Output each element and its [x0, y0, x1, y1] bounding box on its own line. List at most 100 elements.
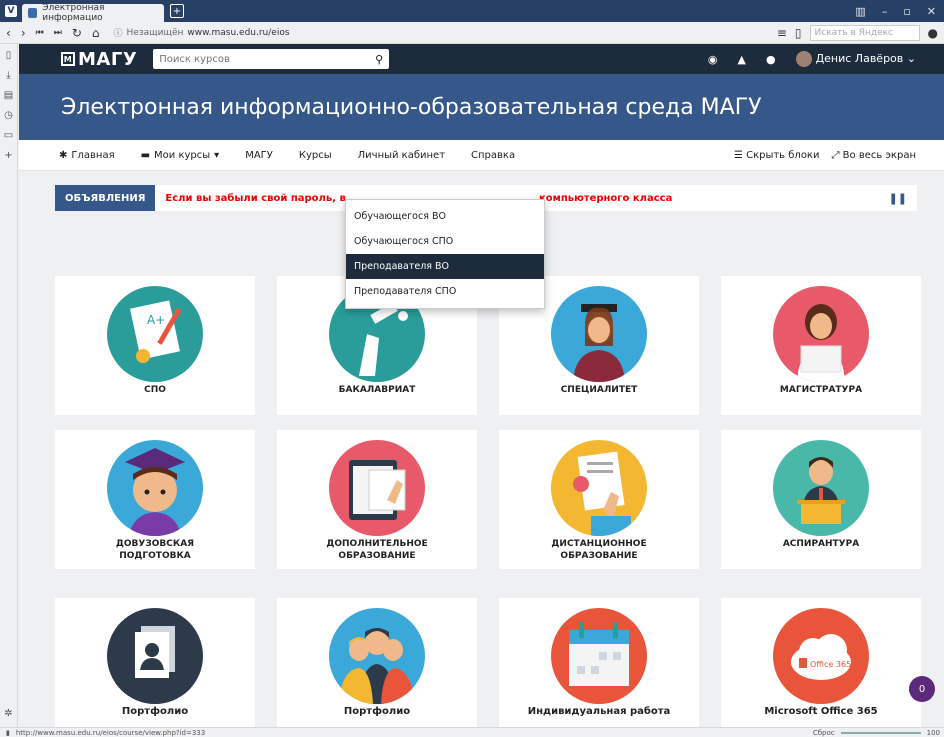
card-postgraduate[interactable]: АСПИРАНТУРА: [721, 430, 921, 569]
cabinet-dropdown: Обучающегося ВО Обучающегося СПО Препода…: [345, 199, 545, 309]
hide-blocks-button[interactable]: ☰ Скрыть блоки: [734, 150, 820, 161]
add-panel-icon[interactable]: +: [4, 150, 12, 161]
caret-down-icon: ▾: [214, 149, 220, 161]
downloads-panel-icon[interactable]: ⤓: [6, 70, 10, 81]
fullscreen-button[interactable]: ⤢ Во весь экран: [831, 150, 916, 161]
settings-gear-icon[interactable]: ✲: [4, 708, 12, 719]
menu-my-courses-label: Мои курсы: [154, 149, 211, 161]
bell-icon[interactable]: ▲: [737, 53, 745, 66]
reset-label[interactable]: Сброс: [813, 729, 835, 737]
bookmark-icon[interactable]: ▯: [795, 26, 802, 40]
menu-help[interactable]: Справка: [471, 150, 515, 161]
yandex-search-field[interactable]: Искать в Яндекс: [809, 24, 920, 41]
profile-icon[interactable]: ●: [928, 26, 938, 40]
forward-icon[interactable]: ›: [21, 26, 26, 40]
announcement-text-tail[interactable]: компьютерного класса: [539, 193, 672, 204]
trash-icon[interactable]: ▥: [855, 5, 865, 18]
card-portfolio-2[interactable]: Портфолио: [277, 598, 477, 727]
site-logo[interactable]: M МАГУ: [61, 49, 137, 70]
dropdown-item-teacher-vo[interactable]: Преподавателя ВО: [346, 254, 544, 279]
online-learning-icon: [551, 440, 647, 536]
people-group-icon: [329, 608, 425, 704]
menu-magu[interactable]: МАГУ: [245, 150, 273, 161]
card-label: Портфолио: [343, 706, 411, 717]
card-additional-education[interactable]: ДОПОЛНИТЕЛЬНОЕ ОБРАЗОВАНИЕ: [277, 430, 477, 569]
reload-icon[interactable]: ↻: [72, 26, 82, 40]
card-label: ДИСТАНЦИОННОЕ ОБРАЗОВАНИЕ: [551, 539, 647, 561]
card-distance-education[interactable]: ДИСТАНЦИОННОЕ ОБРАЗОВАНИЕ: [499, 430, 699, 569]
minimize-button[interactable]: –: [882, 5, 888, 18]
yandex-search-placeholder: Искать в Яндекс: [814, 27, 894, 38]
zoom-value: 100: [926, 728, 940, 737]
last-page-icon[interactable]: ⏭: [54, 28, 62, 38]
browser-side-panel: ▯ ⤓ ▤ ◷ ▭ + ✲: [0, 44, 18, 727]
zoom-slider[interactable]: [840, 731, 921, 734]
dropdown-item-student-vo[interactable]: Обучающегося ВО: [346, 204, 544, 229]
card-label: Индивидуальная работа: [527, 706, 671, 717]
back-icon[interactable]: ‹: [6, 26, 11, 40]
menu-courses-label: Курсы: [298, 149, 332, 161]
dropdown-item-student-spo[interactable]: Обучающегося СПО: [346, 229, 544, 254]
notification-badge[interactable]: 0: [909, 676, 935, 702]
card-individual-work[interactable]: Индивидуальная работа: [499, 598, 699, 727]
menu-cabinet-label: Личный кабинет: [357, 149, 446, 161]
maximize-button[interactable]: ▫: [903, 5, 910, 18]
announcement-label: ОБЪЯВЛЕНИЯ: [55, 185, 156, 211]
courses-icon: ▬: [140, 149, 151, 161]
close-window-button[interactable]: ✕: [927, 5, 936, 18]
expand-icon: ⤢: [831, 149, 840, 161]
calendar-icon: [551, 608, 647, 704]
card-spo[interactable]: A+ СПО: [55, 276, 255, 415]
announcement-text[interactable]: Если вы забыли свой пароль, в: [165, 193, 345, 204]
eye-icon[interactable]: ◉: [708, 53, 718, 66]
first-page-icon[interactable]: ⏮: [36, 28, 44, 38]
url-field[interactable]: ⓘ Незащищён www.masu.edu.ru/eios: [113, 26, 290, 40]
student-boy-icon: [107, 440, 203, 536]
office365-logo-text: Office 365: [810, 660, 851, 669]
menu-magu-label: МАГУ: [245, 149, 273, 161]
page-actions-icon[interactable]: ≡: [777, 26, 787, 40]
menu-courses[interactable]: Курсы: [299, 150, 332, 161]
browser-menu-button[interactable]: V: [0, 0, 22, 22]
bookmarks-panel-icon[interactable]: ▯: [6, 50, 12, 61]
card-label: СПО: [144, 385, 166, 395]
security-label: Незащищён: [126, 27, 184, 38]
lecturer-icon: [773, 440, 869, 536]
home-icon[interactable]: ⌂: [92, 26, 100, 40]
browser-tab[interactable]: Электронная информацио: [22, 3, 164, 23]
pause-icon[interactable]: ❚❚: [889, 192, 907, 205]
messages-icon[interactable]: ●: [766, 53, 776, 66]
card-preuniversity[interactable]: ДОВУЗОВСКАЯ ПОДГОТОВКА: [55, 430, 255, 569]
window-panel-icon[interactable]: ▭: [4, 130, 13, 141]
card-master[interactable]: МАГИСТРАТУРА: [721, 276, 921, 415]
main-menu: ✱ Главная ▬ Мои курсы ▾ МАГУ Курсы Личный к…: [19, 140, 944, 171]
card-label: БАКАЛАВРИАТ: [338, 385, 416, 395]
card-label: ДОПОЛНИТЕЛЬНОЕ ОБРАЗОВАНИЕ: [326, 539, 428, 561]
history-panel-icon[interactable]: ◷: [4, 110, 13, 121]
dropdown-item-teacher-spo[interactable]: Преподавателя СПО: [346, 279, 544, 304]
menu-cabinet[interactable]: Личный кабинет: [358, 150, 445, 161]
laptop-woman-icon: [773, 286, 869, 382]
url-text: www.masu.edu.ru/eios: [187, 27, 290, 38]
tab-title: Электронная информацио: [42, 3, 105, 23]
favicon-icon: [28, 8, 38, 18]
info-icon: ⓘ: [113, 29, 123, 39]
logo-mark-icon: M: [61, 52, 75, 66]
tablet-book-icon: [329, 440, 425, 536]
search-icon[interactable]: ⚲: [375, 53, 383, 66]
panel-toggle-icon[interactable]: ▮: [6, 729, 10, 737]
webpage: M МАГУ ⚲ ◉ ▲ ● Денис Лавёров ⌄ Электронн…: [19, 44, 944, 727]
new-tab-button[interactable]: +: [170, 4, 184, 18]
card-label: ДОВУЗОВСКАЯ ПОДГОТОВКА: [115, 539, 195, 561]
notes-panel-icon[interactable]: ▤: [4, 90, 13, 101]
card-label: Microsoft Office 365: [764, 706, 878, 717]
card-office365[interactable]: Office 365 Microsoft Office 365: [721, 598, 921, 727]
course-search-input[interactable]: [159, 53, 376, 65]
browser-tabbar: V Электронная информацио + ▥ – ▫ ✕: [0, 0, 944, 23]
menu-home[interactable]: ✱ Главная: [59, 150, 115, 161]
menu-my-courses[interactable]: ▬ Мои курсы ▾: [141, 150, 220, 161]
course-search[interactable]: ⚲: [153, 49, 390, 69]
user-menu[interactable]: Денис Лавёров ⌄: [795, 51, 916, 67]
site-topnav: M МАГУ ⚲ ◉ ▲ ● Денис Лавёров ⌄: [19, 44, 944, 74]
card-portfolio-1[interactable]: Портфолио: [55, 598, 255, 727]
